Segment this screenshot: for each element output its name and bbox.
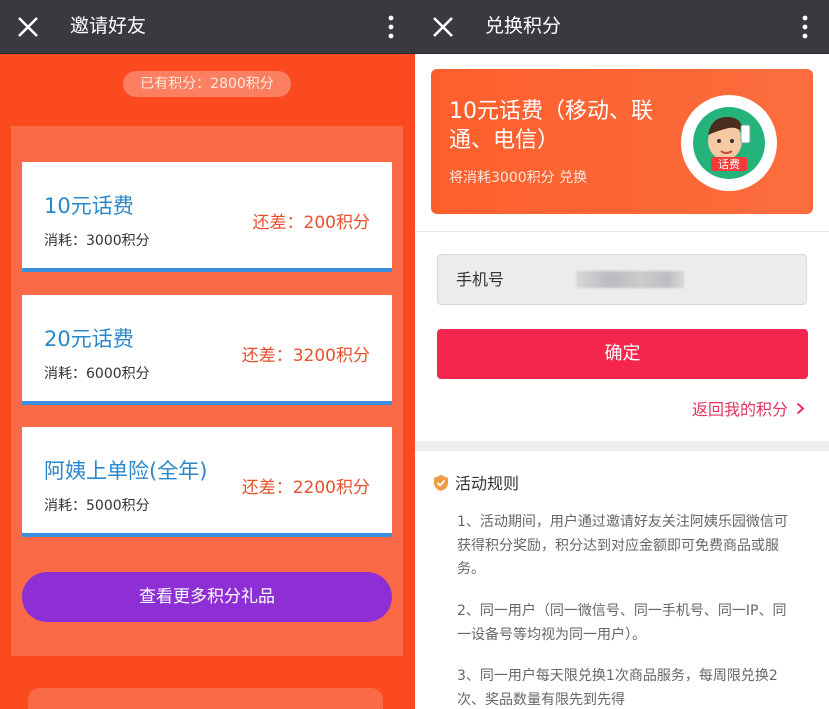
cartoon-avatar-icon: 话费 xyxy=(693,107,765,179)
gift-card[interactable]: 20元话费 消耗：6000积分 还差：3200积分 xyxy=(22,290,392,405)
card-zigzag-edge xyxy=(22,290,392,296)
gift-card[interactable]: 10元话费 消耗：3000积分 还差：200积分 xyxy=(22,157,392,272)
points-balance-badge: 已有积分：2800积分 xyxy=(123,71,291,97)
page-title: 兑换积分 xyxy=(485,15,562,37)
more-vertical-icon[interactable] xyxy=(801,13,809,41)
gift-points-shortfall: 还差：2200积分 xyxy=(241,478,370,498)
section-gap xyxy=(415,441,829,451)
gift-cost: 消耗：3000积分 xyxy=(44,233,150,249)
card-zigzag-edge xyxy=(22,422,392,428)
invite-friends-screen: 邀请好友 已有积分：2800积分 10元话费 消耗：3000积分 还差：200积… xyxy=(0,0,415,709)
card-zigzag-edge xyxy=(22,157,392,163)
page-title: 邀请好友 xyxy=(70,15,147,37)
chevron-right-icon xyxy=(796,400,805,419)
phone-input[interactable] xyxy=(558,267,792,295)
back-to-my-points-link[interactable]: 返回我的积分 xyxy=(692,396,805,420)
gift-cost: 消耗：5000积分 xyxy=(44,498,150,514)
more-gifts-button[interactable]: 查看更多积分礼品 xyxy=(22,572,392,622)
badge-label: 话费 xyxy=(718,158,740,171)
gift-name: 10元话费 xyxy=(44,194,134,218)
product-name: 10元话费（移动、联通、电信） xyxy=(449,99,653,153)
title-bar-divider xyxy=(0,53,415,54)
back-link-label: 返回我的积分 xyxy=(691,400,788,419)
gift-cost: 消耗：6000积分 xyxy=(44,366,150,382)
more-vertical-icon[interactable] xyxy=(387,13,395,41)
phone-field[interactable]: 手机号 xyxy=(437,254,807,305)
rule-item: 1、活动期间，用户通过邀请好友关注阿姨乐园微信可获得积分奖励，积分达到对应金额即… xyxy=(457,514,788,577)
rules-title: 活动规则 xyxy=(455,474,520,493)
confirm-button[interactable]: 确定 xyxy=(437,329,808,379)
product-cost: 将消耗3000积分 兑换 xyxy=(449,170,588,186)
title-bar: 邀请好友 xyxy=(0,0,415,53)
title-bar-divider xyxy=(415,53,829,54)
gift-card[interactable]: 阿姨上单险(全年) 消耗：5000积分 还差：2200积分 xyxy=(22,422,392,537)
redeem-points-screen: 兑换积分 10元话费（移动、联通、电信） 将消耗3000积分 兑换 话费 手机号… xyxy=(415,0,829,709)
section-divider xyxy=(415,231,829,232)
title-bar: 兑换积分 xyxy=(415,0,829,53)
shield-check-icon xyxy=(434,475,448,491)
product-banner: 10元话费（移动、联通、电信） 将消耗3000积分 兑换 话费 xyxy=(431,69,813,214)
rules-heading: 活动规则 xyxy=(433,470,519,494)
phone-label: 手机号 xyxy=(456,270,505,289)
gift-points-shortfall: 还差：200积分 xyxy=(252,213,370,233)
rule-item: 2、同一用户（同一微信号、同一手机号、同一IP、同一设备号等均视为同一用户）。 xyxy=(457,603,787,643)
rule-item: 3、同一用户每天限兑换1次商品服务，每周限兑换2次、奖品数量有限先到先得 xyxy=(457,668,778,708)
gift-list: 10元话费 消耗：3000积分 还差：200积分 20元话费 消耗：6000积分… xyxy=(11,126,403,656)
close-icon[interactable] xyxy=(429,13,457,41)
bottom-banner-edge xyxy=(28,688,383,709)
gift-name: 20元话费 xyxy=(44,327,134,351)
phone-bill-badge-icon: 话费 xyxy=(681,95,777,191)
gift-name: 阿姨上单险(全年) xyxy=(44,459,208,483)
close-icon[interactable] xyxy=(14,13,42,41)
gift-points-shortfall: 还差：3200积分 xyxy=(241,346,370,366)
